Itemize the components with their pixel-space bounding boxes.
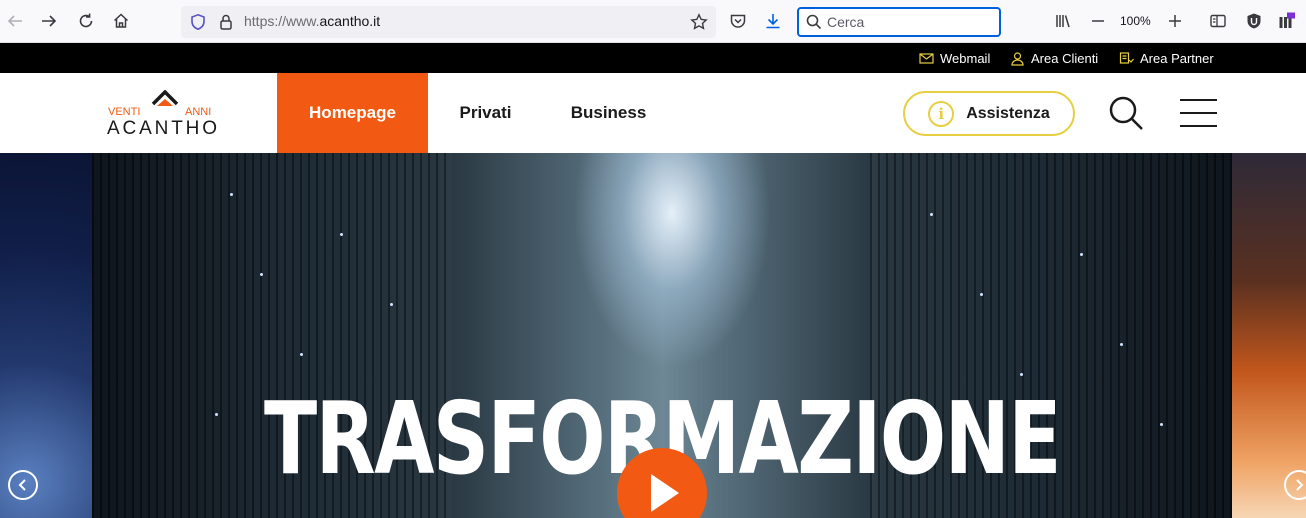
search-icon: [802, 10, 826, 34]
url-text: https://www.acantho.it: [244, 13, 380, 29]
logo-anni: ANNI: [185, 106, 211, 118]
reload-icon[interactable]: [74, 9, 98, 33]
area-partner-label: Area Partner: [1140, 50, 1214, 66]
hero-slider: TRASFORMAZIONE: [0, 153, 1306, 518]
area-clienti-link[interactable]: Area Clienti: [1010, 50, 1098, 66]
site-search-icon[interactable]: [1108, 95, 1144, 131]
shield-icon[interactable]: [186, 10, 210, 34]
partner-icon: [1119, 51, 1134, 64]
chevron-right-icon: [1296, 479, 1304, 491]
area-partner-link[interactable]: Area Partner: [1119, 50, 1214, 66]
hamburger-menu-icon[interactable]: [1180, 99, 1217, 127]
next-slide-preview: [1232, 153, 1306, 518]
webmail-label: Webmail: [940, 50, 991, 66]
search-bar[interactable]: [797, 7, 1001, 37]
library-icon[interactable]: [1051, 9, 1075, 33]
logo-venti: VENTI: [108, 106, 140, 118]
mail-icon: [919, 52, 934, 64]
zoom-in-icon[interactable]: [1163, 9, 1187, 33]
nav-homepage[interactable]: Homepage: [277, 73, 428, 153]
utility-bar: Webmail Area Clienti Area Partner: [0, 43, 1306, 73]
area-clienti-label: Area Clienti: [1031, 50, 1099, 66]
home-icon[interactable]: [109, 9, 133, 33]
zoom-level[interactable]: 100%: [1120, 14, 1151, 28]
logo-wordmark: ACANTHO: [107, 118, 217, 138]
info-icon: i: [928, 100, 955, 127]
prev-slide-preview: [0, 153, 92, 518]
reader-view-icon[interactable]: [1206, 9, 1230, 33]
browser-toolbar: https://www.acantho.it 100%: [0, 0, 1306, 43]
forward-icon[interactable]: [37, 9, 61, 33]
next-slide-button[interactable]: [1284, 470, 1306, 500]
assistenza-label: Assistenza: [966, 104, 1050, 122]
url-domain: acantho.it: [319, 13, 381, 29]
extension-icon[interactable]: [1275, 9, 1299, 33]
site-header: VENTI ANNI ACANTHO Homepage Privati Busi…: [0, 73, 1306, 153]
play-icon: [651, 474, 679, 512]
download-icon[interactable]: [761, 9, 785, 33]
lock-icon[interactable]: [214, 10, 238, 34]
url-scheme: https://www.: [244, 13, 320, 29]
ublock-icon[interactable]: [1242, 9, 1266, 33]
assistenza-button[interactable]: i Assistenza: [903, 91, 1075, 136]
prev-slide-button[interactable]: [8, 470, 38, 500]
search-input[interactable]: [827, 13, 992, 31]
acantho-logo[interactable]: VENTI ANNI ACANTHO: [107, 90, 219, 138]
nav-privati[interactable]: Privati: [443, 73, 528, 153]
nav-business[interactable]: Business: [557, 73, 660, 153]
bookmark-star-icon[interactable]: [687, 10, 711, 34]
back-icon[interactable]: [3, 9, 27, 33]
zoom-out-icon[interactable]: [1086, 9, 1110, 33]
chevron-left-icon: [18, 479, 26, 491]
webmail-link[interactable]: Webmail: [919, 50, 990, 66]
pocket-icon[interactable]: [726, 9, 750, 33]
url-bar[interactable]: https://www.acantho.it: [181, 6, 716, 38]
user-icon: [1011, 51, 1024, 66]
